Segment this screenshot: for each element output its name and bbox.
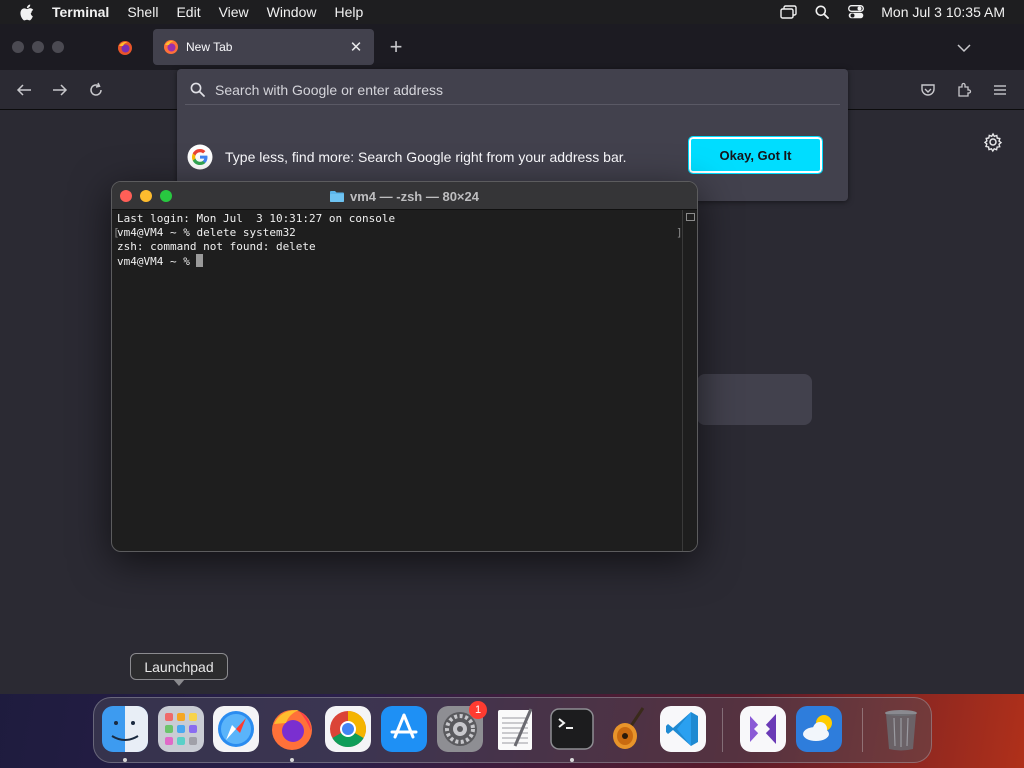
forward-arrow-icon[interactable] (48, 78, 72, 102)
search-tip-text: Type less, find more: Search Google righ… (225, 149, 627, 165)
search-icon (190, 82, 205, 97)
trash-icon[interactable] (878, 706, 924, 752)
reload-icon[interactable] (84, 78, 108, 102)
hamburger-menu-icon[interactable] (988, 78, 1012, 102)
dock-separator (722, 708, 723, 752)
firefox-tab-bar: New Tab ✕ + (0, 24, 1024, 70)
control-center-icon[interactable] (839, 0, 873, 24)
vscode-icon[interactable] (660, 706, 706, 752)
terminal-output[interactable]: Last login: Mon Jul 3 10:31:27 on consol… (117, 212, 682, 547)
notification-badge: 1 (469, 701, 487, 719)
dock (93, 697, 932, 763)
minimize-window-button[interactable] (32, 41, 44, 53)
okay-got-it-button[interactable]: Okay, Got It (688, 136, 823, 174)
new-tab-button[interactable]: + (384, 36, 408, 60)
dock-tooltip: Launchpad (130, 653, 228, 680)
firefox-icon (164, 40, 178, 54)
menu-clock[interactable]: Mon Jul 3 10:35 AM (873, 4, 1024, 20)
running-indicator (290, 758, 294, 762)
menu-help[interactable]: Help (325, 0, 372, 24)
terminal-prompt-line: vm4@VM4 ~ % (117, 254, 682, 268)
google-logo-icon (187, 144, 213, 170)
menu-shell[interactable]: Shell (118, 0, 167, 24)
safari-icon[interactable] (213, 706, 259, 752)
tab-new-tab[interactable]: New Tab ✕ (153, 29, 374, 65)
close-window-button[interactable] (12, 41, 24, 53)
mark-bracket-left: [ (113, 226, 120, 239)
gear-icon[interactable] (982, 131, 1004, 153)
running-indicator (570, 758, 574, 762)
extensions-icon[interactable] (952, 78, 976, 102)
terminal-line: Last login: Mon Jul 3 10:31:27 on consol… (117, 212, 396, 225)
screen-mirroring-icon[interactable] (771, 0, 805, 24)
address-bar[interactable]: Search with Google or enter address (185, 75, 840, 105)
address-bar-placeholder: Search with Google or enter address (215, 81, 444, 98)
finder-icon[interactable] (102, 706, 148, 752)
launchpad-icon[interactable] (158, 706, 204, 752)
terminal-title-bar[interactable]: vm4 — -zsh — 80×24 (112, 182, 697, 210)
terminal-title: vm4 — -zsh — 80×24 (112, 182, 697, 210)
textedit-icon[interactable] (493, 706, 539, 752)
menu-edit[interactable]: Edit (167, 0, 209, 24)
tooltip-arrow (173, 679, 185, 686)
garageband-icon[interactable] (605, 706, 651, 752)
text-cursor (196, 254, 204, 267)
menu-bar: Terminal Shell Edit View Window Help Mon… (0, 0, 1024, 24)
top-site-tile[interactable] (697, 374, 812, 425)
chrome-icon[interactable] (325, 706, 371, 752)
weather-icon[interactable] (796, 706, 842, 752)
tab-label: New Tab (186, 40, 233, 54)
firefox-icon (118, 41, 132, 55)
terminal-title-text: vm4 — -zsh — 80×24 (350, 188, 479, 204)
apple-menu-icon[interactable] (0, 4, 52, 21)
terminal-line: zsh: command not found: delete (117, 240, 316, 253)
running-indicator (123, 758, 127, 762)
scrollbar-marker-icon (686, 213, 695, 221)
app-store-icon[interactable] (381, 706, 427, 752)
dock-separator (862, 708, 863, 752)
zoom-window-button[interactable] (52, 41, 64, 53)
terminal-scrollbar[interactable] (682, 210, 697, 551)
menu-window[interactable]: Window (258, 0, 326, 24)
pocket-icon[interactable] (916, 78, 940, 102)
spotlight-search-icon[interactable] (805, 0, 839, 24)
pinned-firefox-tab[interactable] (100, 30, 150, 66)
folder-icon (330, 191, 344, 202)
firefox-icon[interactable] (269, 706, 315, 752)
terminal-prompt: vm4@VM4 ~ % (117, 255, 197, 268)
menu-app-name[interactable]: Terminal (52, 0, 118, 24)
terminal-line: vm4@VM4 ~ % delete system32 (117, 226, 296, 239)
back-arrow-icon[interactable] (12, 78, 36, 102)
visual-studio-icon[interactable] (740, 706, 786, 752)
terminal-icon[interactable] (549, 706, 595, 752)
terminal-window[interactable]: vm4 — -zsh — 80×24 Last login: Mon Jul 3… (111, 181, 698, 552)
close-tab-icon[interactable]: ✕ (348, 38, 364, 56)
menu-view[interactable]: View (210, 0, 258, 24)
list-all-tabs-chevron-icon[interactable] (954, 38, 974, 58)
